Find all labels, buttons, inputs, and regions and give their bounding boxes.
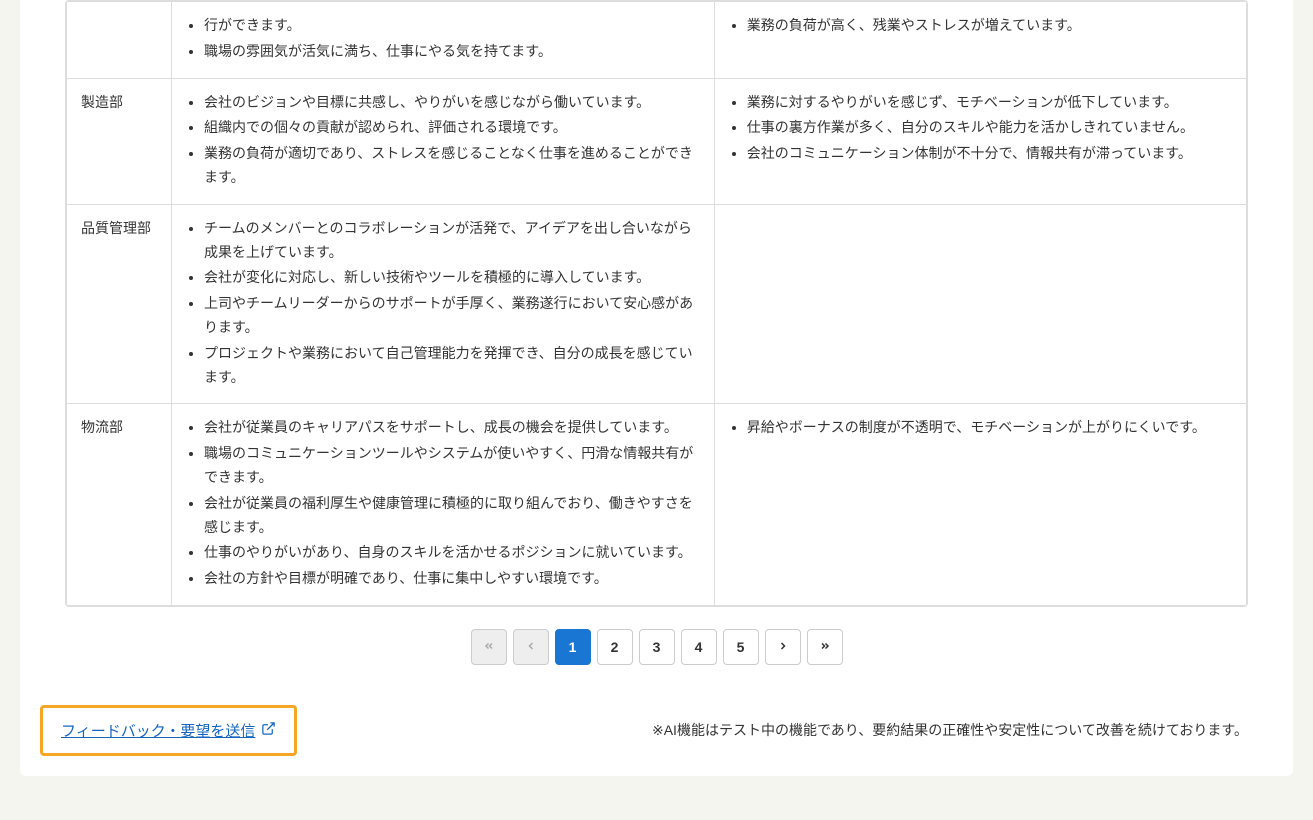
list-item: 行ができます。	[204, 14, 700, 38]
list-item: 会社が従業員のキャリアパスをサポートし、成長の機会を提供しています。	[204, 416, 700, 440]
list-item: 組織内での個々の貢献が認められ、評価される環境です。	[204, 116, 700, 140]
table-row: 行ができます。職場の雰囲気が活気に満ち、仕事にやる気を持てます。 業務の負荷が高く…	[67, 2, 1247, 79]
list-item: 業務の負荷が高く、残業やストレスが増えています。	[747, 14, 1232, 38]
list-item: 職場のコミュニケーションツールやシステムが使いやすく、円滑な情報共有ができます。	[204, 442, 700, 490]
feedback-link-label: フィードバック・要望を送信	[61, 720, 255, 741]
list-item: 職場の雰囲気が活気に満ち、仕事にやる気を持てます。	[204, 40, 700, 64]
positive-cell: 行ができます。職場の雰囲気が活気に満ち、仕事にやる気を持てます。	[172, 2, 715, 79]
table-row: 製造部会社のビジョンや目標に共感し、やりがいを感じながら働いています。組織内での…	[67, 78, 1247, 204]
dept-cell: 物流部	[67, 404, 172, 606]
list-item: 会社が従業員の福利厚生や健康管理に積極的に取り組んでおり、働きやすさを感じます。	[204, 492, 700, 540]
pagination-page-4[interactable]: 4	[681, 629, 717, 665]
list-item: プロジェクトや業務において自己管理能力を発揮でき、自分の成長を感じています。	[204, 342, 700, 390]
dept-cell: 製造部	[67, 78, 172, 204]
positive-cell: 会社が従業員のキャリアパスをサポートし、成長の機会を提供しています。職場のコミュ…	[172, 404, 715, 606]
pagination-next-button[interactable]	[765, 629, 801, 665]
results-table-wrapper: 行ができます。職場の雰囲気が活気に満ち、仕事にやる気を持てます。 業務の負荷が高く…	[65, 0, 1248, 607]
list-item: 会社のコミュニケーション体制が不十分で、情報共有が滞っています。	[747, 142, 1232, 166]
chevron-left-icon	[525, 639, 537, 655]
table-row: 物流部会社が従業員のキャリアパスをサポートし、成長の機会を提供しています。職場の…	[67, 404, 1247, 606]
feedback-link[interactable]: フィードバック・要望を送信	[61, 720, 276, 741]
pagination-prev-button[interactable]	[513, 629, 549, 665]
positive-cell: チームのメンバーとのコラボレーションが活発で、アイデアを出し合いながら成果を上げ…	[172, 204, 715, 404]
negative-cell: 業務に対するやりがいを感じず、モチベーションが低下しています。仕事の裏方作業が多…	[714, 78, 1246, 204]
list-item: 上司やチームリーダーからのサポートが手厚く、業務遂行において安心感があります。	[204, 292, 700, 340]
list-item: 業務の負荷が適切であり、ストレスを感じることなく仕事を進めることができます。	[204, 142, 700, 190]
pagination-page-1[interactable]: 1	[555, 629, 591, 665]
external-link-icon	[261, 721, 276, 740]
pagination-page-3[interactable]: 3	[639, 629, 675, 665]
negative-cell	[714, 204, 1246, 404]
chevron-right-icon	[777, 639, 789, 655]
list-item: チームのメンバーとのコラボレーションが活発で、アイデアを出し合いながら成果を上げ…	[204, 217, 700, 265]
list-item: 会社のビジョンや目標に共感し、やりがいを感じながら働いています。	[204, 91, 700, 115]
list-item: 会社の方針や目標が明確であり、仕事に集中しやすい環境です。	[204, 567, 700, 591]
dept-cell	[67, 2, 172, 79]
results-table: 行ができます。職場の雰囲気が活気に満ち、仕事にやる気を持てます。 業務の負荷が高く…	[66, 1, 1247, 606]
list-item: 会社が変化に対応し、新しい技術やツールを積極的に導入しています。	[204, 266, 700, 290]
negative-cell: 業務の負荷が高く、残業やストレスが増えています。	[714, 2, 1246, 79]
pagination-page-2[interactable]: 2	[597, 629, 633, 665]
list-item: 仕事のやりがいがあり、自身のスキルを活かせるポジションに就いています。	[204, 541, 700, 565]
chevron-double-left-icon	[483, 639, 495, 655]
list-item: 昇給やボーナスの制度が不透明で、モチベーションが上がりにくいです。	[747, 416, 1232, 440]
chevron-double-right-icon	[819, 639, 831, 655]
ai-notice-text: ※AI機能はテスト中の機能であり、要約結果の正確性や安定性について改善を続けてお…	[652, 720, 1248, 740]
pagination: 12345	[20, 629, 1293, 665]
feedback-callout: フィードバック・要望を送信	[40, 705, 297, 756]
dept-cell: 品質管理部	[67, 204, 172, 404]
main-panel: 行ができます。職場の雰囲気が活気に満ち、仕事にやる気を持てます。 業務の負荷が高く…	[20, 0, 1293, 776]
list-item: 業務に対するやりがいを感じず、モチベーションが低下しています。	[747, 91, 1232, 115]
list-item: 仕事の裏方作業が多く、自分のスキルや能力を活かしきれていません。	[747, 116, 1232, 140]
table-row: 品質管理部チームのメンバーとのコラボレーションが活発で、アイデアを出し合いながら…	[67, 204, 1247, 404]
footer-row: フィードバック・要望を送信 ※AI機能はテスト中の機能であり、要約結果の正確性や…	[40, 705, 1248, 756]
pagination-last-button[interactable]	[807, 629, 843, 665]
positive-cell: 会社のビジョンや目標に共感し、やりがいを感じながら働いています。組織内での個々の…	[172, 78, 715, 204]
pagination-page-5[interactable]: 5	[723, 629, 759, 665]
pagination-first-button[interactable]	[471, 629, 507, 665]
negative-cell: 昇給やボーナスの制度が不透明で、モチベーションが上がりにくいです。	[714, 404, 1246, 606]
